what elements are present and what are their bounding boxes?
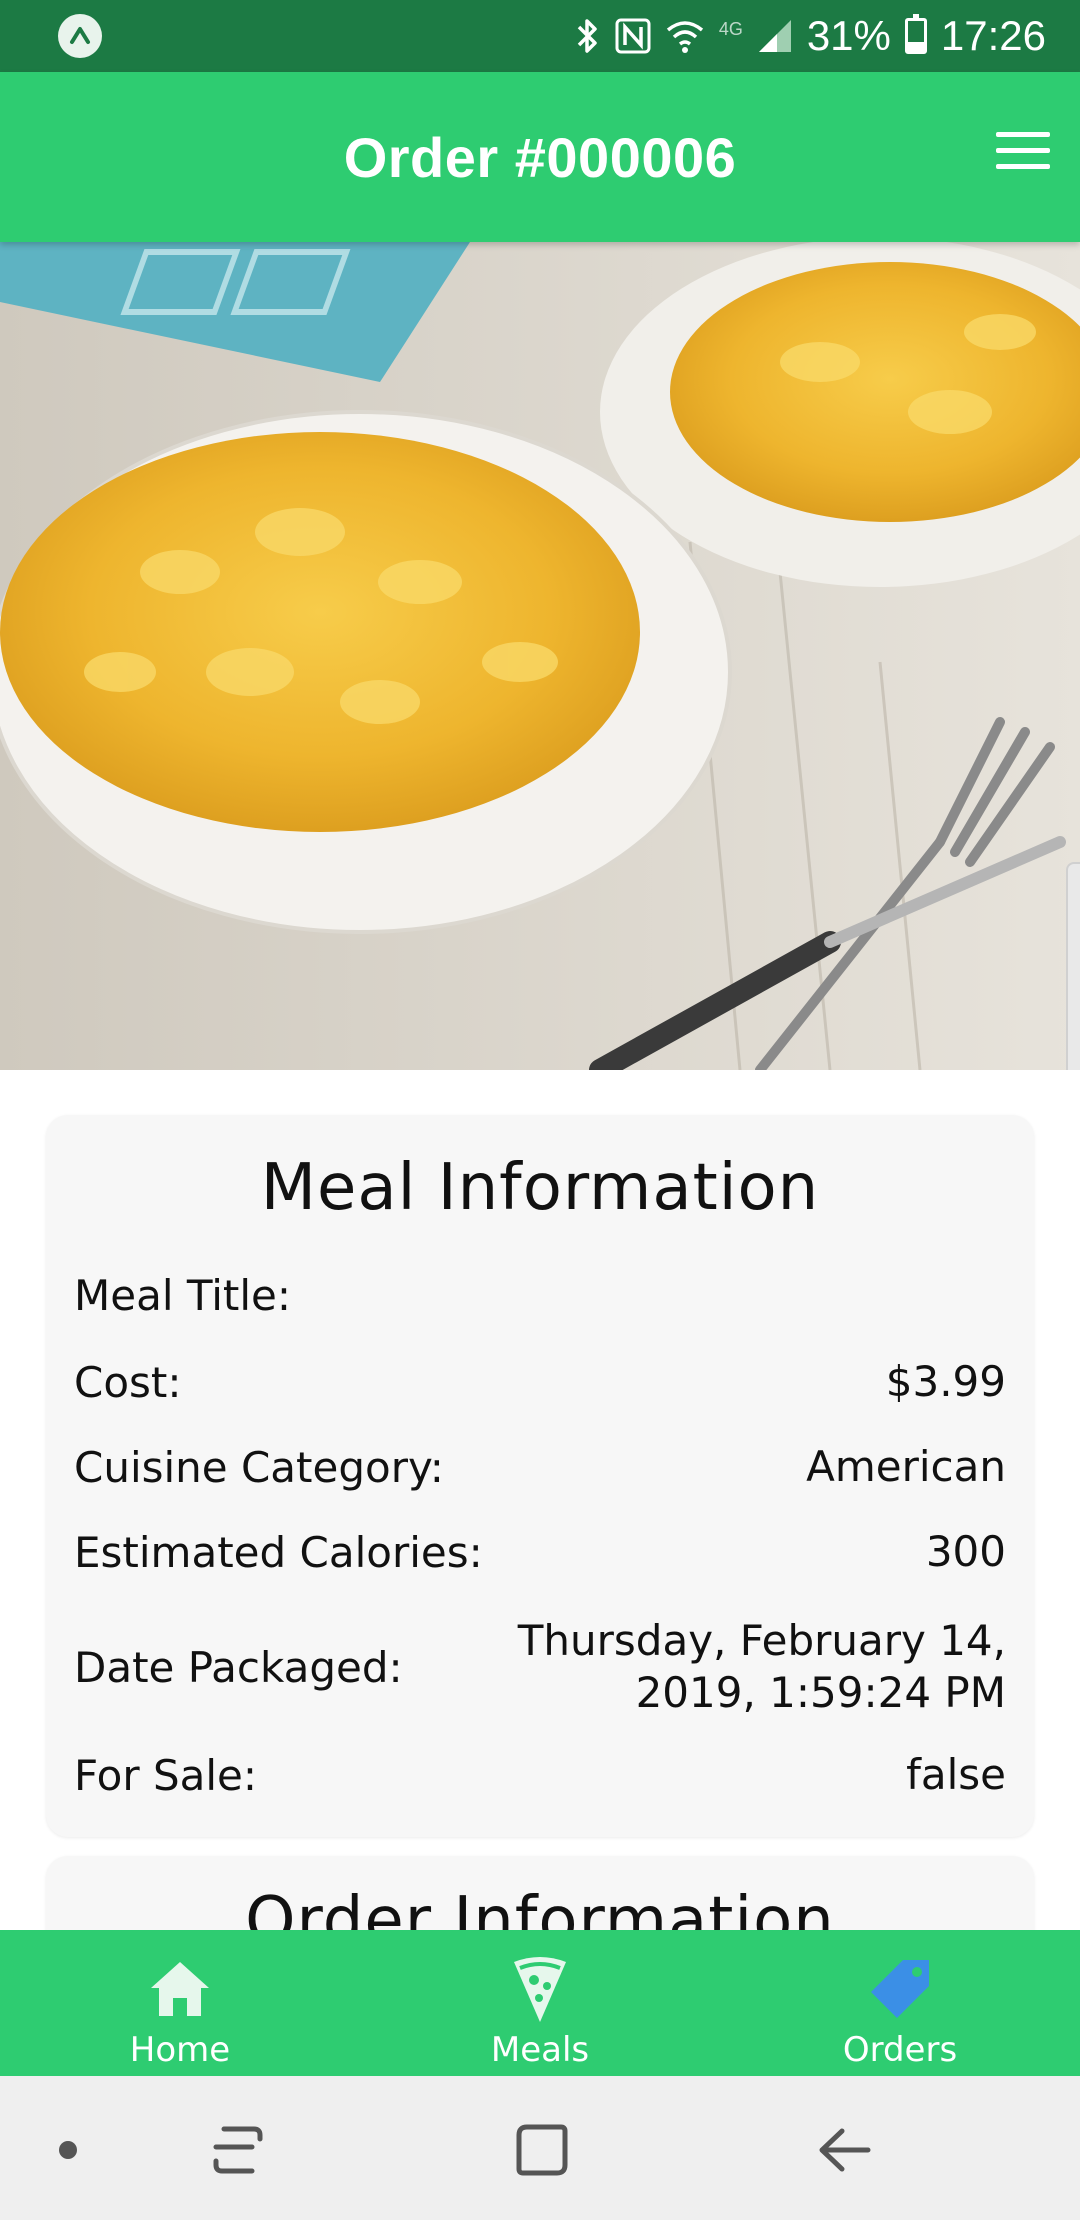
- dot-icon[interactable]: [36, 2118, 100, 2182]
- for-sale-label: For Sale:: [74, 1750, 258, 1800]
- status-bar: 4G 31% 17:26: [0, 0, 1080, 72]
- tag-icon: [865, 1954, 935, 2024]
- estimated-calories-value: 300: [925, 1527, 1006, 1576]
- screen: 4G 31% 17:26 Order #000006 Meal Informat…: [0, 0, 1080, 2220]
- tab-meals-label: Meals: [490, 2030, 590, 2070]
- scroll-indicator[interactable]: [1066, 862, 1080, 1070]
- app-header: Order #000006: [0, 72, 1080, 242]
- cuisine-category-value: American: [806, 1442, 1006, 1491]
- cuisine-category-label: Cuisine Category:: [74, 1442, 444, 1492]
- cost-value: $3.99: [885, 1357, 1006, 1406]
- cost-row: Cost: $3.99: [74, 1356, 1006, 1408]
- nfc-icon: [615, 18, 651, 54]
- tab-home-label: Home: [129, 2030, 231, 2070]
- back-icon[interactable]: [812, 2118, 876, 2182]
- network-type-icon: 4G: [718, 18, 743, 39]
- for-sale-value: false: [906, 1750, 1006, 1799]
- clock: 17:26: [940, 12, 1046, 59]
- battery-percent: 31%: [806, 12, 891, 59]
- cuisine-category-row: Cuisine Category: American: [74, 1441, 1006, 1493]
- wifi-icon: [665, 18, 705, 54]
- meal-title-row: Meal Title:: [74, 1271, 1006, 1320]
- tab-meals[interactable]: Meals: [360, 1930, 720, 2076]
- hamburger-menu-icon[interactable]: [996, 132, 1050, 172]
- recent-apps-icon[interactable]: [206, 2118, 270, 2182]
- tab-orders[interactable]: Orders: [720, 1930, 1080, 2076]
- app-notification-icon: [58, 14, 102, 58]
- pizza-icon: [505, 1954, 575, 2024]
- tab-home[interactable]: Home: [0, 1930, 360, 2076]
- meal-information-card: Meal Information Meal Title: Cost: $3.99…: [46, 1115, 1034, 1837]
- bottom-tab-bar: Home Meals Orders: [0, 1930, 1080, 2076]
- meal-photo: [0, 242, 1080, 1070]
- page-title: Order #000006: [343, 125, 737, 189]
- bluetooth-icon: [575, 17, 601, 55]
- home-nav-icon[interactable]: [510, 2118, 574, 2182]
- meal-information-title: Meal Information: [260, 1151, 820, 1225]
- date-packaged-value: Thursday, February 14, 2019, 1:59:24 PM: [517, 1616, 1006, 1717]
- estimated-calories-row: Estimated Calories: 300: [74, 1526, 1006, 1578]
- signal-icon: [757, 18, 793, 54]
- meal-title-label: Meal Title:: [74, 1271, 291, 1320]
- system-nav-bar: [0, 2076, 1080, 2220]
- home-icon: [145, 1954, 215, 2024]
- date-packaged-label: Date Packaged:: [74, 1642, 403, 1692]
- estimated-calories-label: Estimated Calories:: [74, 1527, 483, 1577]
- date-packaged-row: Date Packaged: Thursday, February 14, 20…: [74, 1615, 1006, 1719]
- tab-orders-label: Orders: [842, 2030, 958, 2070]
- for-sale-row: For Sale: false: [74, 1749, 1006, 1801]
- battery-icon: [904, 14, 927, 54]
- cost-label: Cost:: [74, 1357, 182, 1407]
